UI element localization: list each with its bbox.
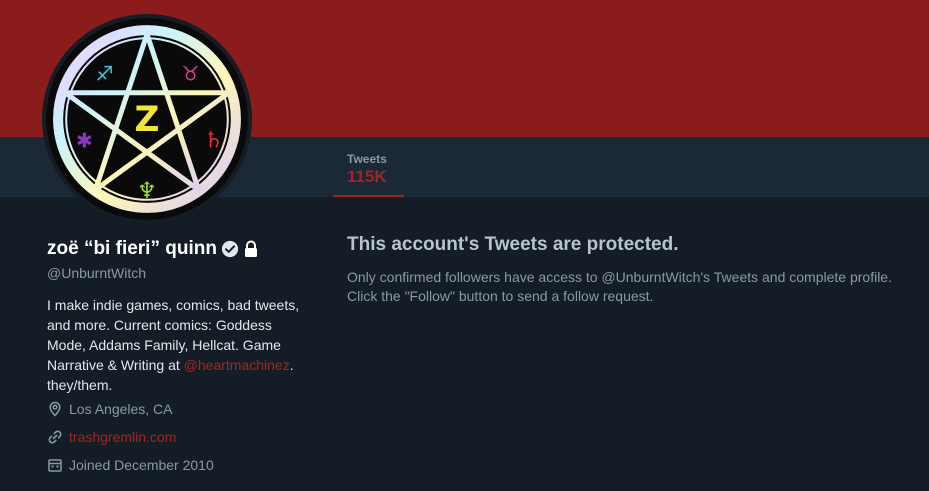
protected-notice: This account's Tweets are protected. Onl… [347, 232, 922, 306]
bio-mention-link[interactable]: @heartmachinez [184, 357, 290, 373]
profile-card: zoë “bi fieri” quinn @UnburntWitch I mak… [47, 236, 312, 479]
tweets-stat[interactable]: Tweets 115K [333, 137, 404, 197]
location-pin-icon [49, 401, 61, 417]
name-row: zoë “bi fieri” quinn [47, 236, 312, 262]
pentagram-avatar-image: Z ♐ ♉ ✱ ♄ ♆ [46, 18, 248, 220]
svg-text:♉: ♉ [181, 62, 199, 86]
svg-text:Z: Z [135, 100, 160, 140]
calendar-icon [48, 459, 62, 472]
profile-location: Los Angeles, CA [69, 401, 173, 417]
svg-text:✱: ✱ [76, 128, 93, 152]
joined-row: Joined December 2010 [47, 451, 312, 479]
tweets-stat-value: 115K [347, 167, 387, 186]
link-icon [48, 430, 62, 444]
profile-avatar[interactable]: Z ♐ ♉ ✱ ♄ ♆ [42, 14, 252, 224]
display-name: zoë “bi fieri” quinn [47, 238, 217, 259]
svg-text:♆: ♆ [137, 178, 157, 204]
svg-text:♐: ♐ [96, 62, 114, 86]
protected-title: This account's Tweets are protected. [347, 234, 679, 255]
tweets-stat-label: Tweets [347, 152, 387, 166]
profile-joined-date: Joined December 2010 [69, 457, 214, 473]
profile-bio: I make indie games, comics, bad tweets, … [47, 295, 312, 395]
svg-text:♄: ♄ [204, 127, 224, 153]
protected-body: Only confirmed followers have access to … [347, 269, 892, 304]
website-row: trashgremlin.com [47, 423, 312, 451]
profile-website-link[interactable]: trashgremlin.com [69, 429, 176, 445]
lock-icon [244, 240, 257, 257]
verified-badge-icon [221, 240, 239, 258]
location-row: Los Angeles, CA [47, 395, 312, 423]
profile-handle: @UnburntWitch [47, 265, 147, 281]
